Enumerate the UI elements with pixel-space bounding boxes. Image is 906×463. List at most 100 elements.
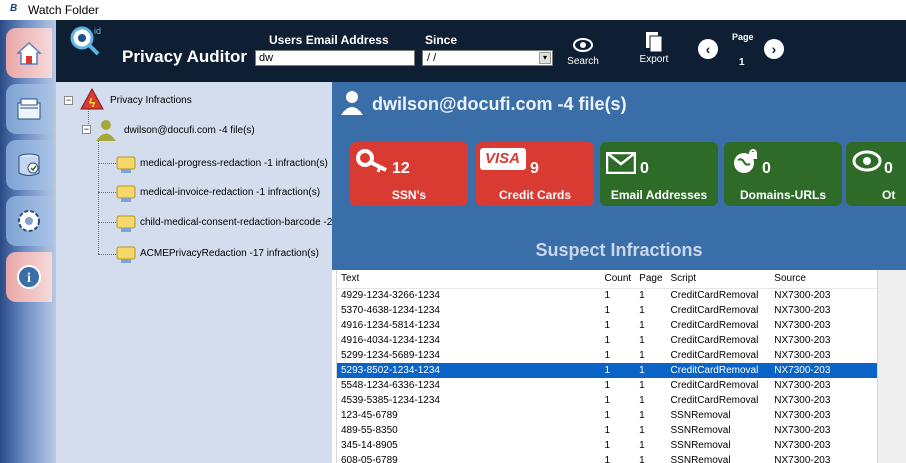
table-row[interactable]: 5548-1234-6336-1234 1 1 CreditCardRemoval NX… <box>337 378 877 393</box>
table-cell-count: 1 <box>604 320 611 331</box>
table-cell-source: NX7300-203 <box>774 425 831 436</box>
other-label: Ot <box>882 188 896 202</box>
tree-user-node[interactable]: dwilson@docufi.com -4 file(s) <box>124 125 255 136</box>
since-date-picker[interactable]: / / ▾ <box>422 50 553 66</box>
table-cell-page: 1 <box>639 335 645 346</box>
info-icon: i <box>17 265 41 289</box>
table-cell-count: 1 <box>604 335 611 346</box>
infractions-tree: − ϟ Privacy Infractions − dwilson@docufi… <box>56 82 332 463</box>
table-row[interactable]: 608-05-6789 1 1 SSNRemoval NX7300-203 <box>337 453 877 463</box>
table-row[interactable]: 4916-4034-1234-1234 1 1 CreditCardRemoval NX… <box>337 333 877 348</box>
header: id Privacy Auditor Users Email Address S… <box>56 20 906 82</box>
table-cell-page: 1 <box>639 455 645 463</box>
table-cell-script: SSNRemoval <box>670 455 731 463</box>
table-cell-page: 1 <box>639 380 645 391</box>
table-cell-count: 1 <box>604 455 611 463</box>
database-icon <box>18 153 40 176</box>
email-input[interactable] <box>255 50 415 66</box>
column-header-script[interactable]: Script <box>666 270 771 289</box>
table-cell-script: CreditCardRemoval <box>670 290 759 302</box>
next-page-button[interactable]: › <box>764 39 784 59</box>
other-tile[interactable]: 0 Ot <box>846 142 906 206</box>
rail-database-button[interactable] <box>6 140 52 190</box>
document-icon <box>116 156 136 173</box>
export-button[interactable]: Export <box>636 30 672 65</box>
table-cell-count: 1 <box>604 350 611 361</box>
table-row[interactable]: 5293-8502-1234-1234 1 1 CreditCardRemoval NX… <box>337 363 877 378</box>
rail-folders-button[interactable] <box>6 84 52 134</box>
table-cell-text: 5548-1234-6336-1234 <box>341 380 440 391</box>
table-row[interactable]: 489-55-8350 1 1 SSNRemoval NX7300-203 <box>337 423 877 438</box>
table-cell-text: 5370-4638-1234-1234 <box>341 305 440 316</box>
column-header-page[interactable]: Page <box>635 270 667 289</box>
table-cell-source: NX7300-203 <box>774 410 831 421</box>
table-cell-page: 1 <box>639 290 645 302</box>
chevron-down-icon[interactable]: ▾ <box>539 52 551 64</box>
credit-cards-label: Credit Cards <box>498 188 572 202</box>
infractions-grid: Text Count Page Script Source 4929-1234-… <box>336 270 878 463</box>
table-cell-count: 1 <box>604 425 611 436</box>
table-cell-script: CreditCardRemoval <box>670 380 759 391</box>
email-addresses-tile[interactable]: 0 Email Addresses <box>600 142 718 206</box>
ssn-tile[interactable]: 12 SSN's <box>350 142 468 206</box>
user-icon <box>96 120 116 141</box>
document-icon <box>116 246 136 263</box>
page-number: 1 <box>739 57 745 68</box>
user-icon <box>341 91 363 115</box>
suspect-infractions-header: Suspect Infractions <box>332 226 906 270</box>
email-addresses-label: Email Addresses <box>610 188 708 202</box>
table-cell-script: CreditCardRemoval <box>670 320 759 331</box>
home-icon <box>16 41 42 65</box>
table-cell-page: 1 <box>639 425 645 436</box>
table-row[interactable]: 4916-1234-5814-1234 1 1 CreditCardRemoval NX… <box>337 318 877 333</box>
title-bar: B Watch Folder <box>0 0 906 20</box>
table-cell-script: CreditCardRemoval <box>670 305 759 316</box>
table-cell-script: SSNRemoval <box>670 425 731 436</box>
rail-info-button[interactable]: i <box>6 252 52 302</box>
tree-root-privacy-infractions[interactable]: Privacy Infractions <box>110 95 192 106</box>
domains-urls-label: Domains-URLs <box>739 188 826 202</box>
table-cell-text: 5299-1234-5689-1234 <box>341 350 440 361</box>
window-title: Watch Folder <box>28 3 99 17</box>
rail-home-button[interactable] <box>6 28 52 78</box>
table-row[interactable]: 5299-1234-5689-1234 1 1 CreditCardRemoval NX… <box>337 348 877 363</box>
chevron-right-icon: › <box>771 41 777 57</box>
table-row[interactable]: 345-14-8905 1 1 SSNRemoval NX7300-203 <box>337 438 877 453</box>
app-title: Privacy Auditor <box>122 47 248 66</box>
logo-text: id <box>94 26 102 36</box>
column-header-count[interactable]: Count <box>600 270 636 289</box>
warning-icon: ϟ <box>80 88 104 110</box>
search-button[interactable]: Search <box>563 34 603 67</box>
table-row[interactable]: 5370-4638-1234-1234 1 1 CreditCardRemoval NX… <box>337 303 877 318</box>
table-cell-count: 1 <box>604 395 611 406</box>
previous-page-button[interactable]: ‹ <box>698 39 718 59</box>
credit-cards-tile[interactable]: VISA 9 Credit Cards <box>476 142 594 206</box>
table-cell-source: NX7300-203 <box>774 440 831 451</box>
eye-search-icon <box>573 38 593 52</box>
table-cell-text: 4539-5385-1234-1234 <box>341 395 440 406</box>
table-cell-page: 1 <box>635 363 667 378</box>
table-cell-source: NX7300-203 <box>774 350 831 361</box>
column-header-source[interactable]: Source <box>770 270 877 289</box>
table-cell-text: 4916-4034-1234-1234 <box>341 335 440 346</box>
table-row[interactable]: 4929-1234-3266-1234 1 1 CreditCardRemoval NX… <box>337 288 877 303</box>
domains-urls-tile[interactable]: 0 Domains-URLs <box>724 142 842 206</box>
chevron-left-icon: ‹ <box>705 41 711 57</box>
export-label: Export <box>639 54 669 65</box>
app-icon: B <box>10 3 18 14</box>
table-row[interactable]: 123-45-6789 1 1 SSNRemoval NX7300-203 <box>337 408 877 423</box>
suspect-infractions-title: Suspect Infractions <box>535 240 703 260</box>
table-cell-text: 489-55-8350 <box>341 425 398 436</box>
root-expander[interactable]: − <box>64 96 73 105</box>
table-cell-page: 1 <box>639 320 645 331</box>
column-header-text[interactable]: Text <box>337 270 601 289</box>
table-cell-page: 1 <box>639 440 645 451</box>
svg-text:ϟ: ϟ <box>89 96 96 110</box>
document-icon <box>116 185 136 202</box>
table-row[interactable]: 4539-5385-1234-1234 1 1 CreditCardRemoval NX… <box>337 393 877 408</box>
table-cell-source: NX7300-203 <box>774 305 831 316</box>
table-cell-text: 608-05-6789 <box>341 455 398 463</box>
rail-settings-button[interactable] <box>6 196 52 246</box>
user-expander[interactable]: − <box>82 125 91 134</box>
table-cell-text: 123-45-6789 <box>341 410 398 421</box>
